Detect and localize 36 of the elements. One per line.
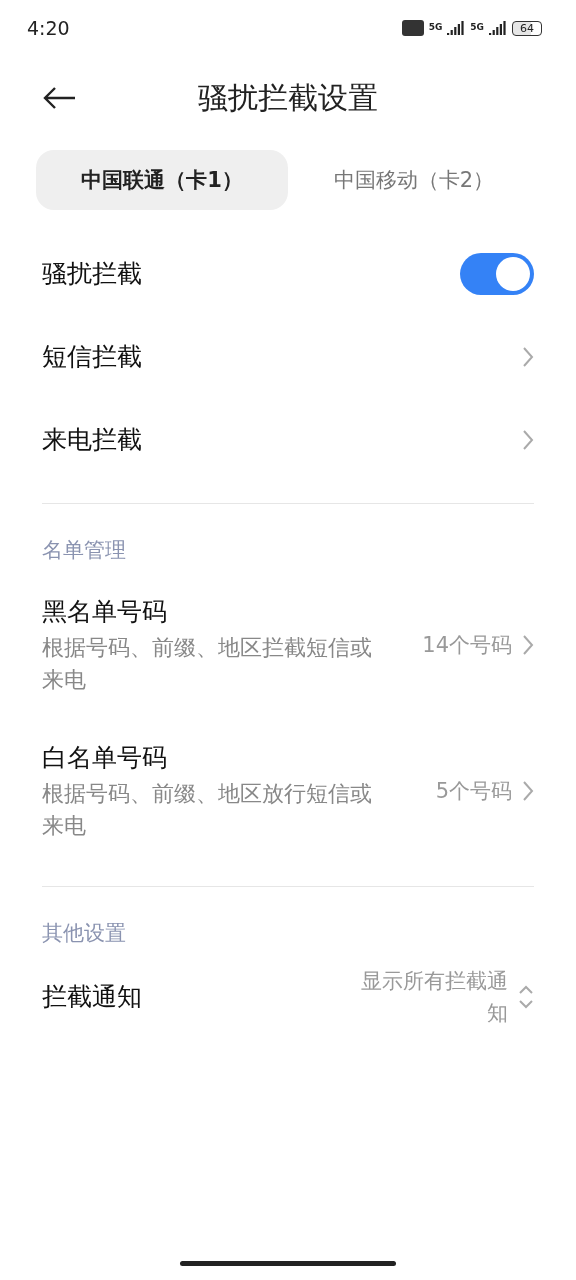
row-label: 短信拦截 [42, 341, 142, 373]
settings-row[interactable]: 黑名单号码 根据号码、前缀、地区拦截短信或来电 14个号码 [0, 572, 576, 718]
row-label: 黑名单号码 [42, 595, 168, 628]
row-label: 白名单号码 [42, 741, 168, 774]
row-description: 根据号码、前缀、地区放行短信或来电 [42, 779, 373, 840]
chevron-right-icon [522, 345, 534, 368]
settings-row[interactable]: 拦截通知 显示所有拦截通知 [0, 955, 576, 1038]
up-down-chevron-icon [518, 983, 534, 1010]
page-title: 骚扰拦截设置 [197, 78, 379, 117]
row-value: 显示所有拦截通知 [360, 967, 508, 1027]
settings-row[interactable]: 白名单号码 根据号码、前缀、地区放行短信或来电 5个号码 [0, 718, 576, 864]
network-type: 5G [470, 22, 484, 32]
row-label: 骚扰拦截 [42, 258, 142, 290]
battery-icon: 64 [512, 20, 542, 36]
row-label: 拦截通知 [42, 981, 142, 1013]
chevron-right-icon [522, 780, 534, 802]
hd-icon [401, 20, 424, 36]
toggle-switch[interactable] [460, 252, 534, 295]
back-arrow-icon [42, 86, 76, 110]
sim-tab[interactable]: 中国移动（卡2） [288, 150, 540, 210]
sim-tab[interactable]: 中国联通（卡1） [36, 150, 288, 210]
section-title: 其他设置 [41, 920, 127, 947]
settings-row[interactable]: 短信拦截 [0, 315, 576, 398]
chevron-right-icon [522, 634, 534, 656]
row-value: 5个号码 [435, 778, 512, 805]
row-description: 根据号码、前缀、地区拦截短信或来电 [42, 633, 373, 694]
network-type: 5G [428, 22, 443, 32]
signal-icon [489, 21, 507, 35]
chevron-right-icon [522, 428, 534, 451]
settings-row[interactable]: 来电拦截 [0, 398, 576, 481]
row-label: 来电拦截 [42, 424, 142, 456]
settings-row[interactable]: 骚扰拦截 [0, 232, 576, 315]
signal-icon [447, 21, 466, 35]
status-time: 4:20 [27, 17, 70, 39]
row-value: 14个号码 [422, 632, 512, 659]
section-title: 名单管理 [41, 537, 127, 564]
